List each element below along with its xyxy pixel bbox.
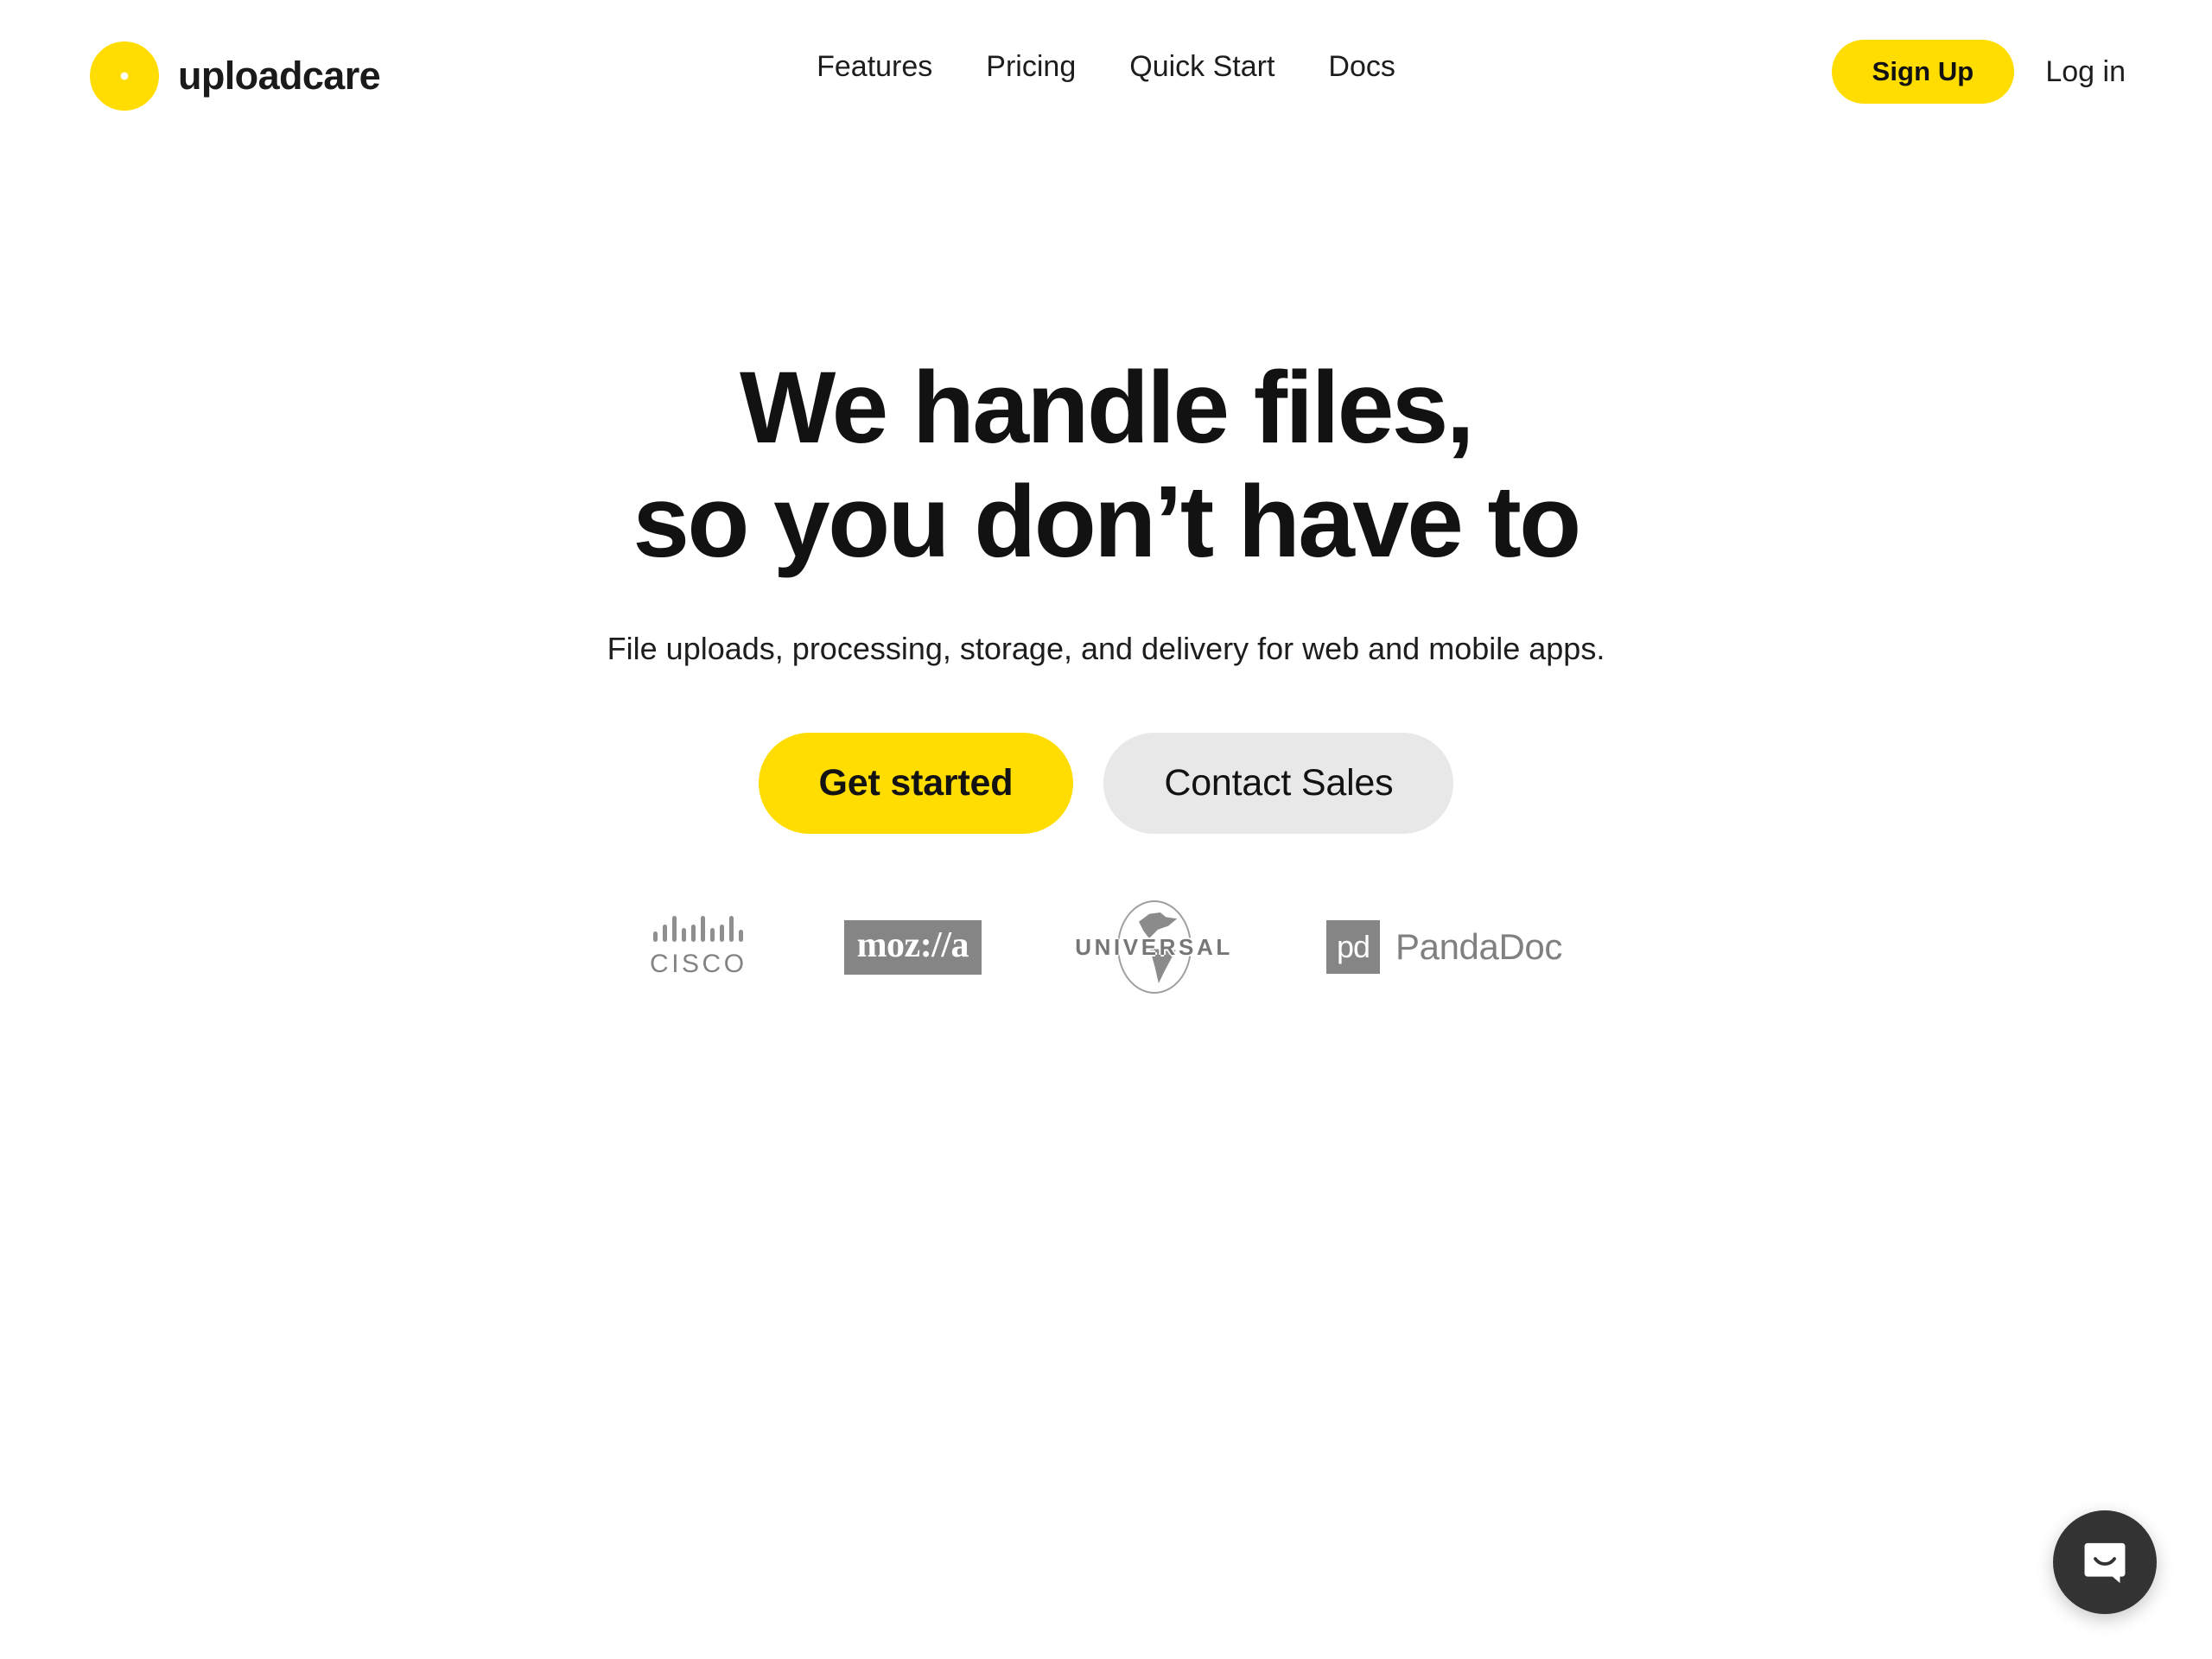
get-started-button[interactable]: Get started [758, 733, 1074, 834]
main-nav: Features Pricing Quick Start Docs [811, 47, 1401, 87]
logo-pandadoc: pd PandaDoc [1326, 920, 1562, 974]
pandadoc-monogram-text: pd [1336, 929, 1370, 964]
product-mockups: f Anatoly Chernyakov Log out My Albums F… [0, 1175, 2212, 1659]
cisco-bars-icon [653, 915, 744, 942]
header-actions: Sign Up Log in [1831, 40, 2129, 104]
logo-cisco: CISCO [650, 915, 747, 979]
hero-subtitle: File uploads, processing, storage, and d… [607, 631, 1605, 666]
chat-bubble-icon [2084, 1542, 2126, 1584]
nav-item-quick-start[interactable]: Quick Start [1124, 47, 1280, 87]
uploadcare-dot-logo-icon [90, 41, 159, 111]
pandadoc-wordmark: PandaDoc [1395, 926, 1562, 967]
log-in-link[interactable]: Log in [2042, 52, 2129, 92]
hero-cta-group: Get started Contact Sales [0, 733, 2212, 834]
brand-name: uploadcare [178, 54, 381, 98]
page-title: We handle files, so you don’t have to [0, 351, 2212, 579]
sign-up-button[interactable]: Sign Up [1831, 40, 2015, 104]
chat-launcher-button[interactable] [2053, 1510, 2157, 1614]
customer-logos: CISCO moz://a UNIVERSAL pd PandaDoc [0, 900, 2212, 994]
landing-page: uploadcare Features Pricing Quick Start … [0, 0, 2212, 1659]
pandadoc-monogram-icon: pd [1326, 920, 1381, 974]
contact-sales-button[interactable]: Contact Sales [1103, 733, 1454, 834]
cisco-wordmark: CISCO [650, 949, 747, 978]
logo-mozilla: moz://a [843, 919, 982, 975]
brand-logo[interactable]: uploadcare [90, 41, 381, 111]
nav-item-docs[interactable]: Docs [1323, 47, 1400, 87]
universal-wordmark: UNIVERSAL [1075, 933, 1233, 960]
hero-title-line-2: so you don’t have to [632, 465, 1581, 580]
hero-title-line-1: We handle files, [739, 351, 1475, 465]
site-header: uploadcare Features Pricing Quick Start … [0, 0, 2212, 154]
nav-item-pricing[interactable]: Pricing [981, 47, 1081, 87]
nav-item-features[interactable]: Features [811, 47, 938, 87]
mozilla-wordmark: moz://a [856, 925, 969, 965]
logo-universal: UNIVERSAL [1075, 900, 1233, 994]
